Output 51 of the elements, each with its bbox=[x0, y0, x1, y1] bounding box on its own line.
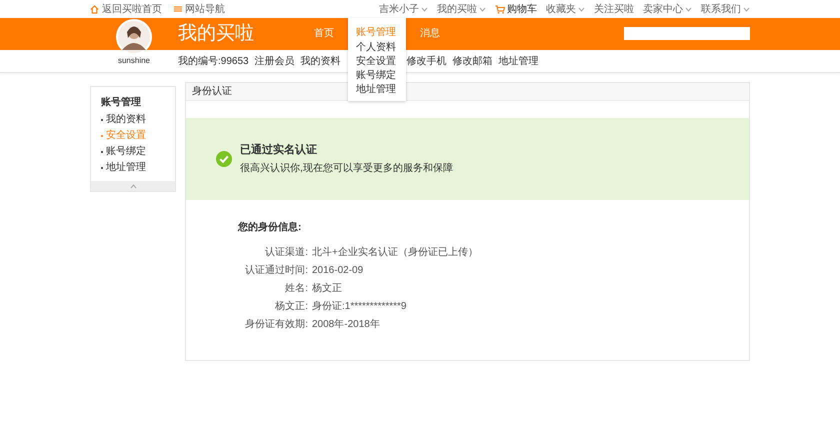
info-value: 杨文正 bbox=[312, 282, 342, 296]
top-menu-link[interactable]: 收藏夹 bbox=[546, 2, 585, 16]
top-link[interactable]: 返回买啦首页 bbox=[90, 2, 162, 16]
subnav-link[interactable]: 我的资料 bbox=[300, 54, 341, 68]
check-circle-icon bbox=[216, 151, 232, 167]
dropdown-item[interactable]: 个人资料 bbox=[348, 41, 406, 55]
status-message: 很高兴认识你,现在您可以享受更多的服务和保障 bbox=[240, 162, 453, 176]
subnav-link[interactable]: 地址管理 bbox=[498, 54, 539, 68]
caret-down-icon bbox=[479, 6, 486, 12]
subnav-link[interactable]: 我的编号:99653 bbox=[178, 54, 249, 68]
sidebar-item[interactable]: 我的资料 bbox=[101, 112, 165, 127]
caret-down-icon bbox=[743, 6, 750, 12]
status-title: 已通过实名认证 bbox=[240, 142, 318, 158]
top-menu-link[interactable]: 卖家中心 bbox=[643, 2, 692, 16]
subnav-link[interactable]: 修改邮箱 bbox=[452, 54, 493, 68]
caret-up-icon bbox=[130, 184, 136, 188]
username: sunshine bbox=[116, 55, 152, 67]
info-value: 2008年-2018年 bbox=[312, 318, 380, 332]
caret-down-icon bbox=[578, 6, 585, 12]
menu-icon bbox=[174, 5, 182, 13]
info-label: 杨文正: bbox=[274, 300, 308, 314]
dropdown-item[interactable]: 安全设置 bbox=[348, 55, 406, 69]
top-menu-link[interactable]: 联系我们 bbox=[701, 2, 750, 16]
sidebar-item[interactable]: 地址管理 bbox=[101, 160, 165, 175]
info-label: 认证渠道: bbox=[264, 246, 308, 260]
top-link[interactable]: 关注买啦 bbox=[594, 2, 634, 16]
logo-text: 我的买啦 bbox=[178, 22, 255, 46]
cart-link[interactable]: 购物车 bbox=[495, 2, 537, 16]
info-label: 认证通过时间: bbox=[244, 264, 308, 278]
dropdown-item[interactable]: 账号绑定 bbox=[348, 69, 406, 83]
sidebar-title: 账号管理 bbox=[101, 96, 142, 110]
caret-down-icon bbox=[685, 6, 692, 12]
info-value: 2016-02-09 bbox=[312, 264, 364, 278]
info-value: 身份证:1*************9 bbox=[312, 300, 406, 314]
info-value: 北斗+企业实名认证（身份证已上传） bbox=[312, 246, 478, 260]
sidebar-item[interactable]: 账号绑定 bbox=[101, 144, 165, 159]
top-menu-link[interactable]: 我的买啦 bbox=[437, 2, 486, 16]
subnav-link[interactable]: 修改手机 bbox=[406, 54, 447, 68]
search-field[interactable] bbox=[624, 27, 750, 40]
subnav-link[interactable]: 注册会员 bbox=[254, 54, 295, 68]
top-link[interactable]: 网站导航 bbox=[174, 2, 225, 16]
home-icon bbox=[90, 4, 99, 14]
panel-title: 身份认证 bbox=[192, 85, 232, 99]
caret-down-icon bbox=[421, 6, 428, 12]
top-menu-link[interactable]: 吉米小子 bbox=[379, 2, 428, 16]
info-label: 姓名: bbox=[284, 282, 308, 296]
dropdown-item[interactable]: 地址管理 bbox=[348, 83, 406, 97]
collapse-button[interactable] bbox=[91, 181, 175, 191]
info-label: 身份证有效期: bbox=[244, 318, 308, 332]
info-title: 您的身份信息: bbox=[238, 220, 302, 235]
cart-icon bbox=[495, 4, 505, 14]
